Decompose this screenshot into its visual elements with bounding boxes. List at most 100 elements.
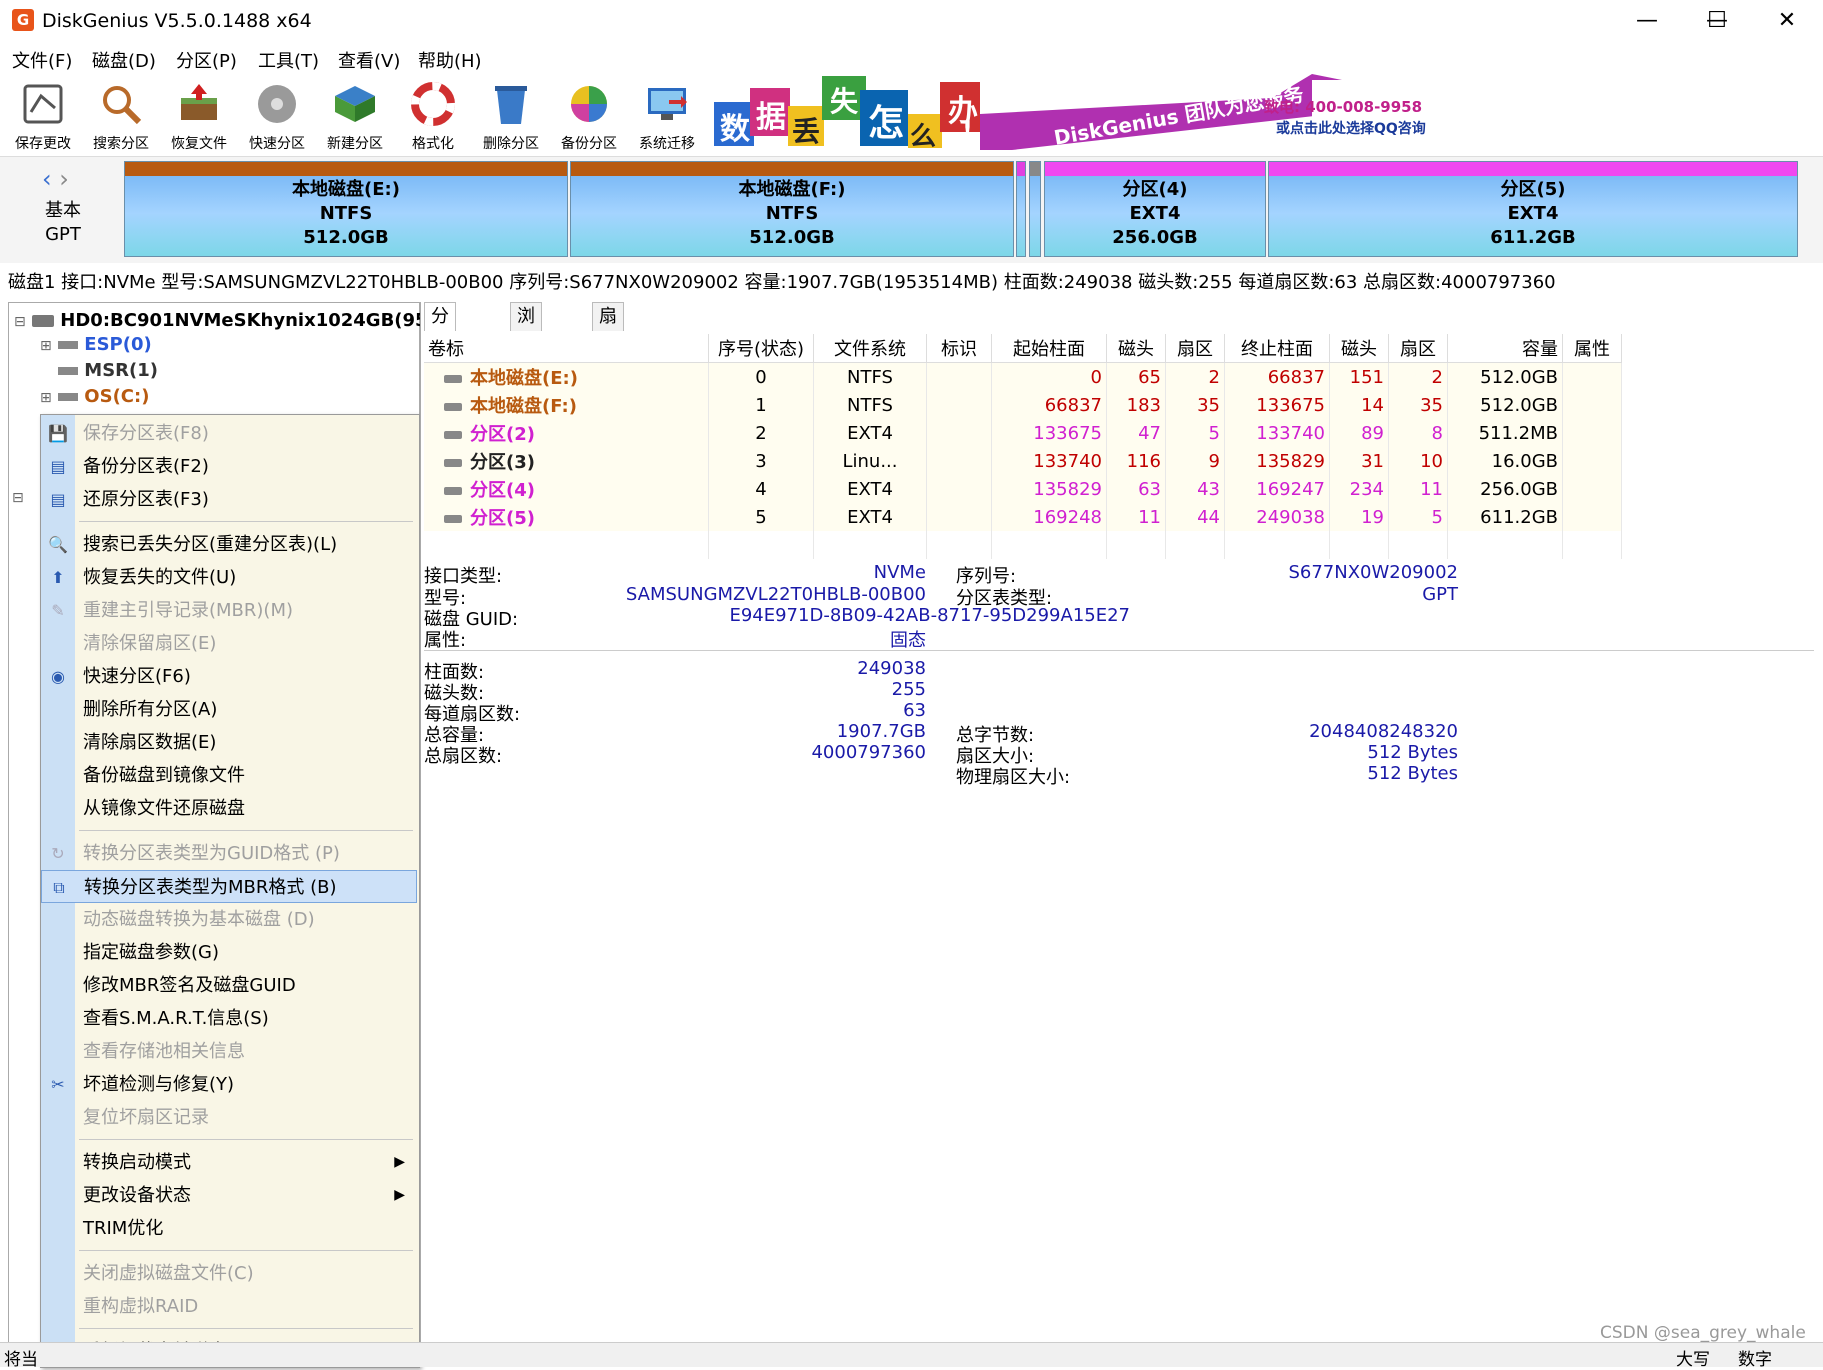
- backup-partition-button[interactable]: 备份分区: [550, 76, 628, 152]
- context-menu-item[interactable]: ✂ 坏道检测与修复(Y): [41, 1068, 417, 1101]
- spt-value: 63: [903, 700, 926, 721]
- context-menu-item[interactable]: 🔍 搜索已丢失分区(重建分区表)(L): [41, 528, 417, 561]
- disk-nav-arrows[interactable]: ‹ ›: [42, 165, 69, 193]
- col-label[interactable]: 卷标: [424, 334, 709, 363]
- table-row[interactable]: 分区(3) 3 Linu... 133740 116 9 135829 31 10 16.0GB: [424, 447, 1622, 475]
- banner-qq[interactable]: 或点击此处选择QQ咨询: [1276, 118, 1426, 138]
- context-menu-item[interactable]: ▤ 还原分区表(F3): [41, 483, 417, 516]
- col-flag[interactable]: 标识: [926, 334, 992, 363]
- cell-empty: [813, 531, 927, 559]
- col-start-cyl[interactable]: 起始柱面: [991, 334, 1107, 363]
- delete-partition-button[interactable]: 删除分区: [472, 76, 550, 152]
- context-menu-item[interactable]: ▤ 备份分区表(F2): [41, 450, 417, 483]
- submenu-arrow-icon: ▶: [394, 1187, 405, 1203]
- expand-icon[interactable]: ⊞: [40, 338, 52, 354]
- col-start-sector[interactable]: 扇区: [1165, 334, 1225, 363]
- new-partition-button[interactable]: 新建分区: [316, 76, 394, 152]
- table-row[interactable]: 本地磁盘(F:) 1 NTFS 66837 183 35 133675 14 35 512.0GB: [424, 391, 1622, 419]
- tool-label: 保存更改: [15, 136, 71, 152]
- system-migration-button[interactable]: 系统迁移: [628, 76, 706, 152]
- context-menu-item[interactable]: 更改设备状态 ▶: [41, 1179, 417, 1212]
- minimize-button[interactable]: —: [1612, 0, 1682, 42]
- col-start-head[interactable]: 磁头: [1106, 334, 1166, 363]
- quick-partition-button[interactable]: 快速分区: [238, 76, 316, 152]
- table-row[interactable]: 本地磁盘(E:) 0 NTFS 0 65 2 66837 151 2 512.0GB: [424, 362, 1622, 391]
- col-end-cyl[interactable]: 终止柱面: [1224, 334, 1330, 363]
- search-icon: 🔍: [48, 535, 68, 554]
- context-menu-item[interactable]: 备份磁盘到镜像文件: [41, 759, 417, 792]
- menu-disk[interactable]: 磁盘(D): [92, 47, 156, 73]
- tab-browse-files[interactable]: 浏览文件: [510, 302, 542, 411]
- quick-partition-icon: [258, 85, 296, 123]
- recover-files-button[interactable]: 恢复文件: [160, 76, 238, 152]
- save-changes-button[interactable]: 保存更改: [4, 76, 82, 152]
- menu-help[interactable]: 帮助(H): [418, 47, 482, 73]
- context-menu-item[interactable]: TRIM优化: [41, 1212, 417, 1245]
- partition-bar: [1045, 162, 1265, 176]
- table-row[interactable]: 分区(4) 4 EXT4 135829 63 43 169247 234 11 256.0GB: [424, 475, 1622, 503]
- col-fs[interactable]: 文件系统: [813, 334, 927, 363]
- context-menu-item: 查看存储池相关信息: [41, 1035, 417, 1068]
- format-button[interactable]: 格式化: [394, 76, 472, 152]
- collapse-icon[interactable]: ⊟: [14, 314, 26, 330]
- search-partition-button[interactable]: 搜索分区: [82, 76, 160, 152]
- diskmap-partition[interactable]: 本地磁盘(F:) NTFS 512.0GB: [570, 161, 1014, 257]
- context-menu-item[interactable]: 从镜像文件还原磁盘: [41, 792, 417, 825]
- cell-ss: 9: [1165, 447, 1225, 475]
- table-row[interactable]: 分区(2) 2 EXT4 133675 47 5 133740 89 8 511.2MB: [424, 419, 1622, 447]
- table-row[interactable]: 分区(5) 5 EXT4 169248 11 44 249038 19 5 611.2GB: [424, 503, 1622, 531]
- cell-flag: [926, 447, 992, 475]
- cell-label: 本地磁盘(F:): [424, 391, 709, 419]
- partition-icon: [444, 403, 462, 411]
- col-capacity[interactable]: 容量: [1447, 334, 1563, 363]
- context-menu-item[interactable]: 修改MBR签名及磁盘GUID: [41, 969, 417, 1002]
- attr-value: 固态: [890, 630, 926, 651]
- context-menu-item[interactable]: ⬆ 恢复丢失的文件(U): [41, 561, 417, 594]
- diskmap-partition[interactable]: 本地磁盘(E:) NTFS 512.0GB: [124, 161, 568, 257]
- context-menu-item[interactable]: 指定磁盘参数(G): [41, 936, 417, 969]
- maximize-button[interactable]: ☐: [1682, 0, 1752, 42]
- col-attr[interactable]: 属性: [1562, 334, 1622, 363]
- diskmap-partition-small[interactable]: [1029, 161, 1041, 257]
- menu-partition[interactable]: 分区(P): [176, 47, 237, 73]
- tree-root-label: HD0:BC901NVMeSKhynix1024GB(954: [60, 310, 441, 331]
- context-menu-item[interactable]: 查看S.M.A.R.T.信息(S): [41, 1002, 417, 1035]
- convert-guid-icon: ↻: [51, 844, 65, 863]
- context-menu-item-label: 坏道检测与修复(Y): [83, 1074, 235, 1095]
- context-menu-item[interactable]: 清除扇区数据(E): [41, 726, 417, 759]
- expand-icon[interactable]: ⊞: [40, 390, 52, 406]
- partition-name: 本地磁盘(E:): [292, 179, 400, 200]
- prev-disk-icon[interactable]: ‹: [42, 165, 52, 193]
- tree-item-os[interactable]: ⊞ OS(C:): [40, 386, 149, 407]
- next-disk-icon[interactable]: ›: [59, 165, 69, 193]
- tab-partition-params[interactable]: 分区参数: [424, 302, 456, 411]
- col-end-sector[interactable]: 扇区: [1388, 334, 1448, 363]
- backup-table-icon: ▤: [50, 457, 66, 476]
- close-button[interactable]: ✕: [1752, 0, 1822, 42]
- context-menu-item[interactable]: 删除所有分区(A): [41, 693, 417, 726]
- menu-view[interactable]: 查看(V): [338, 47, 400, 73]
- diskmap-partition-small[interactable]: [1016, 161, 1026, 257]
- col-index[interactable]: 序号(状态): [708, 334, 814, 363]
- tab-sector-edit[interactable]: 扇区编辑: [592, 302, 624, 411]
- tree-item-esp[interactable]: ⊞ ESP(0): [40, 334, 152, 355]
- tree-item-msr[interactable]: MSR(1): [58, 360, 158, 381]
- banner-char: 据: [756, 100, 786, 135]
- diskmap-partition[interactable]: 分区(5) EXT4 611.2GB: [1268, 161, 1798, 257]
- diskmap-partition[interactable]: 分区(4) EXT4 256.0GB: [1044, 161, 1266, 257]
- context-menu-item[interactable]: ◉ 快速分区(F6): [41, 660, 417, 693]
- collapse-icon[interactable]: ⊟: [12, 490, 24, 506]
- cell-eh: 19: [1329, 503, 1389, 531]
- status-text: 将当: [4, 1350, 38, 1370]
- advert-banner[interactable]: 数 据 丢 失 怎 么 办 ! DiskGenius 团队为您服务 致电: 40…: [712, 74, 1434, 150]
- iface-value: NVMe: [873, 562, 926, 583]
- menu-file[interactable]: 文件(F): [12, 47, 72, 73]
- heads-value: 255: [891, 679, 926, 700]
- menu-tools[interactable]: 工具(T): [258, 47, 319, 73]
- context-menu-item[interactable]: ⧉ 转换分区表类型为MBR格式 (B): [41, 870, 417, 903]
- context-menu-item[interactable]: 转换启动模式 ▶: [41, 1146, 417, 1179]
- tool-label: 格式化: [412, 136, 454, 152]
- col-end-head[interactable]: 磁头: [1329, 334, 1389, 363]
- tree-root[interactable]: ⊟ HD0:BC901NVMeSKhynix1024GB(954: [14, 310, 440, 331]
- cell-label: 分区(3): [424, 447, 709, 475]
